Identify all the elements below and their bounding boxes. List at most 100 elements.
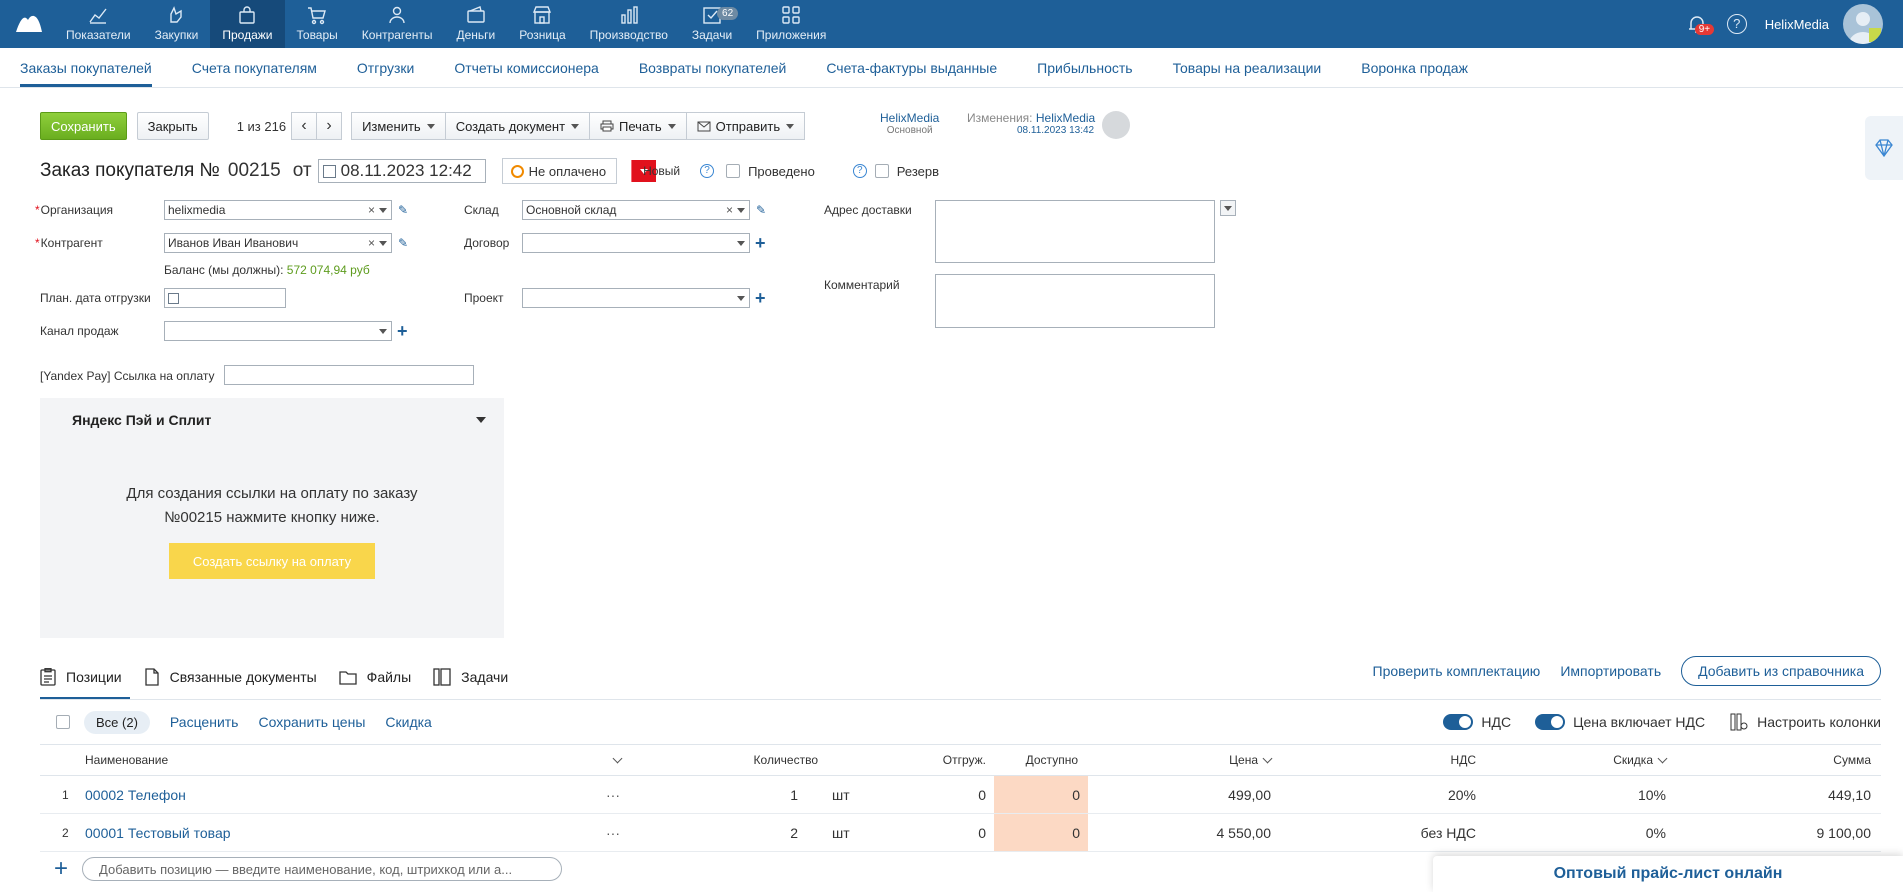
add-plus-icon[interactable]: + [755,234,766,252]
filter-all-pill[interactable]: Все (2) [84,710,150,734]
configure-columns-button[interactable]: Настроить колонки [1757,714,1881,730]
edit-pencil-icon[interactable]: ✎ [398,203,410,217]
subnav-consignment-goods[interactable]: Товары на реализации [1173,48,1322,87]
column-header-qty[interactable]: Количество [754,745,818,775]
nav-item-purchases[interactable]: Закупки [143,0,211,48]
edit-pencil-icon[interactable]: ✎ [398,236,410,250]
subnav-customer-returns[interactable]: Возвраты покупателей [639,48,787,87]
change-dropdown[interactable]: Изменить [351,112,446,140]
nav-item-goods[interactable]: Товары [285,0,350,48]
nav-item-apps[interactable]: Приложения [744,0,838,48]
add-plus-icon[interactable]: + [54,855,68,883]
project-select[interactable] [522,288,750,308]
clear-icon[interactable]: × [726,203,733,217]
subnav-issued-invoices[interactable]: Счета-фактуры выданные [826,48,997,87]
price-includes-vat-toggle[interactable] [1535,714,1566,730]
discount-link[interactable]: Скидка [385,714,431,730]
notifications-button[interactable]: 9+ [1685,12,1715,36]
edit-pencil-icon[interactable]: ✎ [756,203,768,217]
reprice-link[interactable]: Расценить [170,714,239,730]
column-header-sum[interactable]: Сумма [1833,745,1871,775]
column-header-name[interactable]: Наименование [85,745,168,775]
side-widget[interactable] [1865,116,1903,180]
vat-value[interactable]: 20% [1448,776,1476,813]
delivery-address-field[interactable] [935,200,1215,263]
price-value[interactable]: 499,00 [1228,776,1271,813]
changes-author[interactable]: HelixMedia [1036,111,1095,125]
column-header-discount[interactable]: Скидка [1613,745,1668,775]
column-header-shipped[interactable]: Отгруж. [943,745,986,775]
chevron-down-icon[interactable] [379,241,387,246]
add-position-input[interactable]: Добавить позицию — введите наименование,… [82,857,563,881]
chevron-down-icon[interactable] [737,241,745,246]
payment-status[interactable]: Не оплачено [501,158,618,184]
clear-icon[interactable]: × [368,203,375,217]
chevron-down-icon[interactable] [379,208,387,213]
vat-toggle[interactable] [1443,714,1474,730]
discount-value[interactable]: 10% [1638,776,1666,813]
nav-item-production[interactable]: Производство [578,0,680,48]
column-header-price[interactable]: Цена [1229,745,1273,775]
subnav-profitability[interactable]: Прибыльность [1037,48,1132,87]
tab-related-documents[interactable]: Связанные документы [144,656,317,698]
wholesale-price-list-banner[interactable]: Оптовый прайс-лист онлайн [1433,856,1903,892]
reserve-checkbox[interactable] [874,164,889,178]
row-more-button[interactable]: ··· [606,776,620,813]
yandex-link-field[interactable] [224,365,474,385]
product-link[interactable]: 00001 Тестовый товар [85,825,231,841]
check-completeness-link[interactable]: Проверить комплектацию [1373,663,1541,679]
tab-files[interactable]: Файлы [339,656,411,698]
nav-item-counterparties[interactable]: Контрагенты [350,0,445,48]
help-circle-icon[interactable]: ? [700,164,715,178]
tab-positions[interactable]: Позиции [40,656,130,700]
name-column-menu[interactable] [608,745,623,775]
document-number[interactable]: 00215 [228,160,281,182]
price-value[interactable]: 4 550,00 [1217,814,1272,851]
chevron-down-icon[interactable] [737,296,745,301]
next-button[interactable]: › [316,112,343,140]
send-dropdown[interactable]: Отправить [685,112,806,140]
status-dropdown[interactable]: Новый [631,160,680,182]
add-plus-icon[interactable]: + [755,289,766,307]
nav-item-money[interactable]: Деньги [444,0,507,48]
nav-item-indicators[interactable]: Показатели [54,0,143,48]
quantity-value[interactable]: 2 [790,814,798,851]
sales-channel-select[interactable] [164,321,392,341]
nav-item-sales[interactable]: Продажи [210,0,285,48]
moysklad-logo-icon[interactable] [14,10,44,34]
calendar-icon[interactable] [168,292,179,304]
table-row[interactable]: 1 00002 Телефон ··· 1 шт 0 0 499,00 20% … [40,776,1881,814]
help-circle-icon[interactable]: ? [852,164,867,178]
tab-tasks[interactable]: Задачи [433,656,508,698]
prev-button[interactable]: ‹ [291,112,318,140]
ship-date-field[interactable] [164,288,286,308]
discount-value[interactable]: 0% [1646,814,1666,851]
help-icon[interactable]: ? [1726,14,1747,34]
organization-select[interactable]: helixmedia × [164,200,392,220]
vat-value[interactable]: без НДС [1421,814,1476,851]
add-from-catalog-button[interactable]: Добавить из справочника [1681,656,1881,686]
select-all-checkbox[interactable] [56,715,70,729]
subnav-customer-orders[interactable]: Заказы покупателей [20,48,152,87]
close-button[interactable]: Закрыть [136,112,209,140]
table-row[interactable]: 2 00001 Тестовый товар ··· 2 шт 0 0 4 55… [40,814,1881,852]
owner-selector[interactable]: HelixMedia Основной [880,111,939,136]
warehouse-select[interactable]: Основной склад × [522,200,750,220]
subnav-commissioner-reports[interactable]: Отчеты комиссионера [454,48,599,87]
document-date-field[interactable]: 08.11.2023 12:42 [317,159,486,183]
add-plus-icon[interactable]: + [397,322,408,340]
counterparty-select[interactable]: Иванов Иван Иванович × [164,233,392,253]
user-avatar[interactable] [1843,4,1883,44]
comment-field[interactable] [935,274,1215,328]
product-link[interactable]: 00002 Телефон [85,787,186,803]
nav-item-retail[interactable]: Розница [507,0,577,48]
chevron-down-icon[interactable] [737,208,745,213]
chevron-down-icon[interactable] [476,417,486,423]
save-prices-link[interactable]: Сохранить цены [258,714,365,730]
import-link[interactable]: Импортировать [1560,663,1661,679]
posted-checkbox[interactable] [726,164,741,178]
create-document-dropdown[interactable]: Создать документ [444,112,591,140]
nav-item-tasks[interactable]: Задачи 62 [680,0,744,48]
chevron-down-icon[interactable] [379,329,387,334]
address-expand-button[interactable] [1220,200,1236,216]
